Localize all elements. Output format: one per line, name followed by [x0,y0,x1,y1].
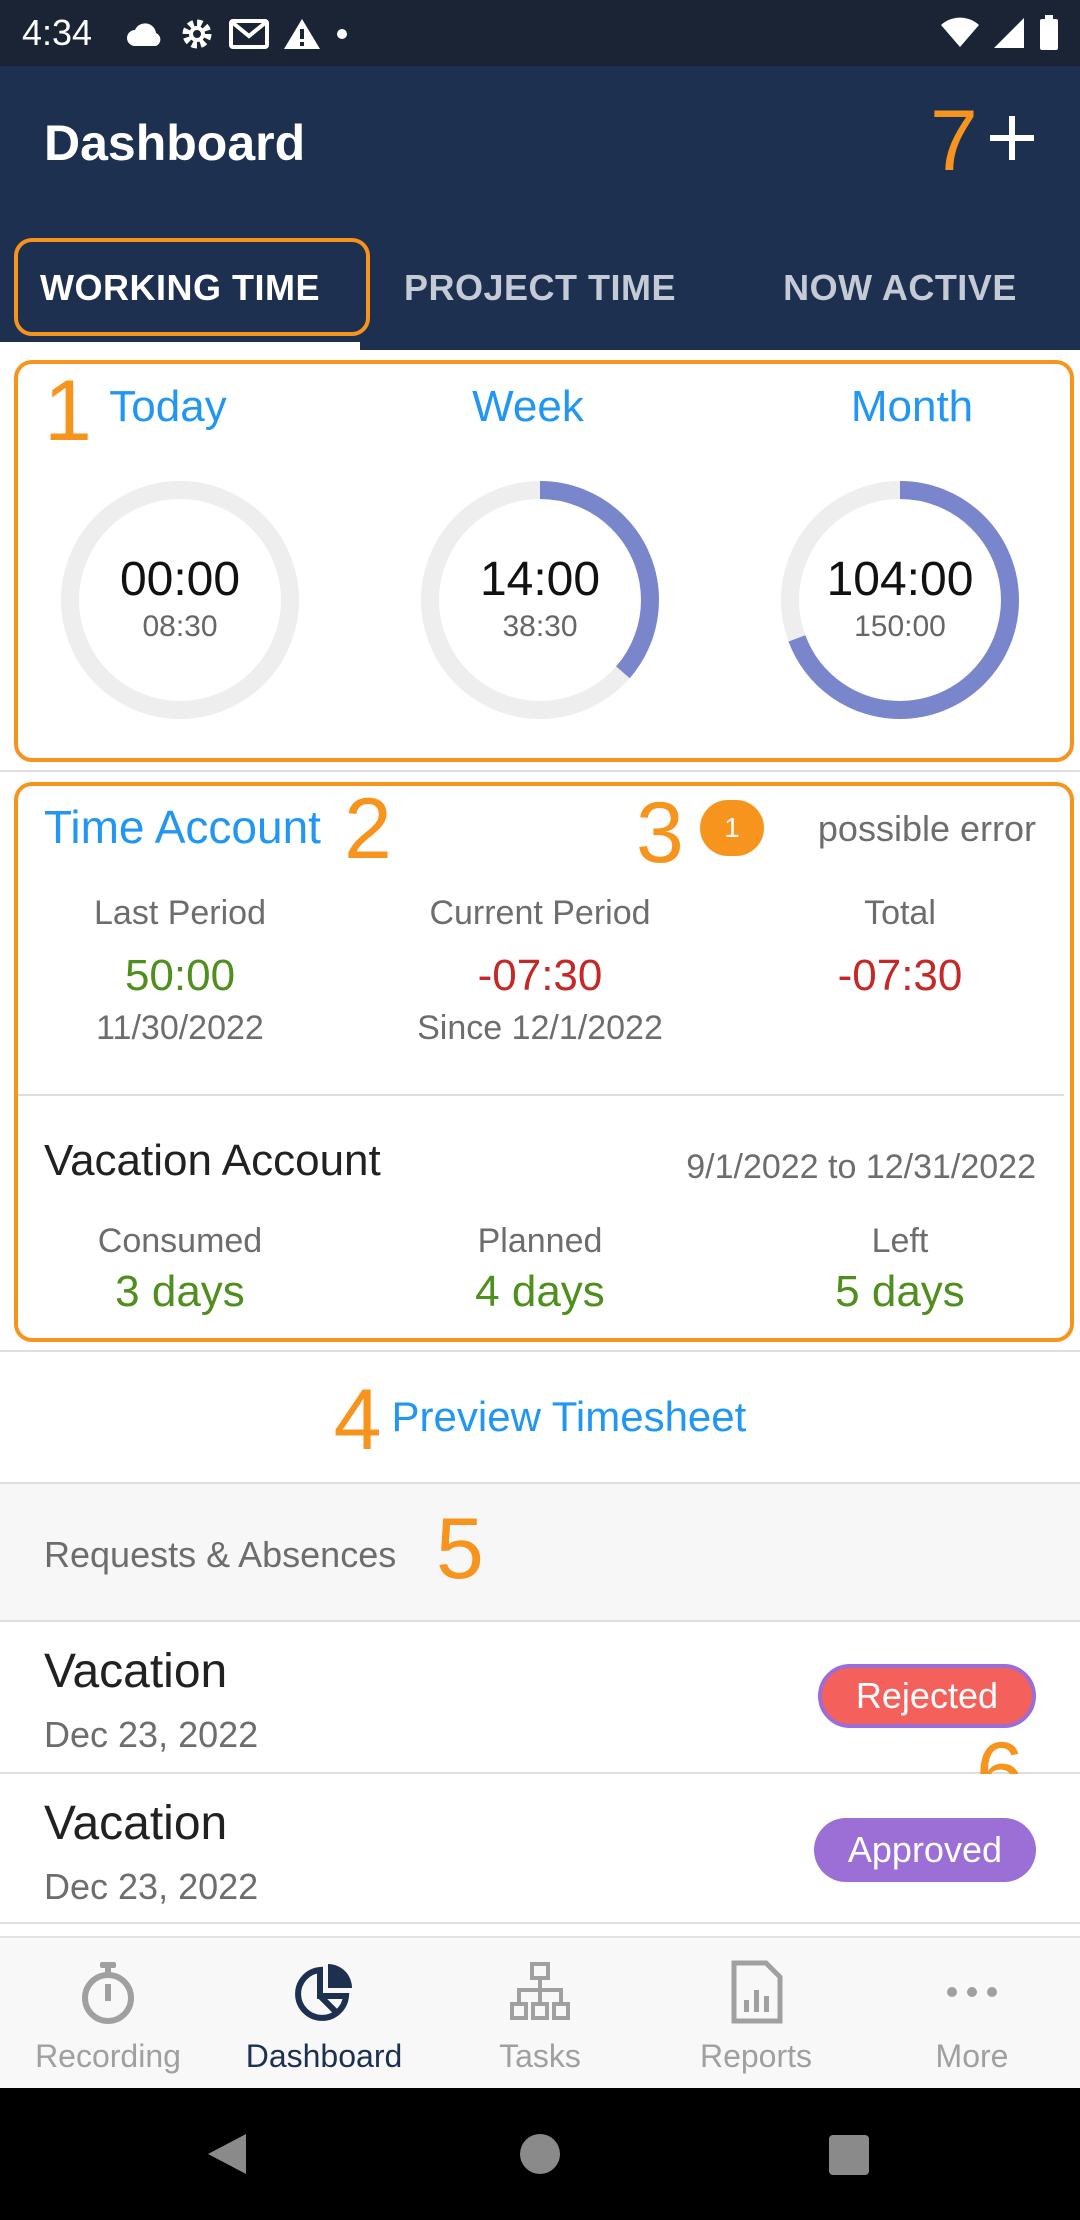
month-worked: 104:00 [826,553,974,606]
week-ring-text: 14:00 38:30 [418,478,662,722]
warning-icon [284,19,320,49]
total-label: Total [864,894,936,932]
recents-icon[interactable] [828,2134,870,2176]
request-date: Dec 23, 2022 [44,1866,259,1907]
divider [16,1094,1064,1096]
current-period-value: -07:30 [477,951,603,1000]
dot-icon [337,29,347,39]
tab-bar: WORKING TIME PROJECT TIME NOW ACTIVE [0,226,1080,350]
vacation-consumed-column: Consumed 3 days [0,1222,360,1317]
nav-tasks[interactable]: Tasks [432,1938,648,2090]
vacation-left-value: 5 days [835,1267,965,1316]
nav-recording[interactable]: Recording [0,1938,216,2090]
stopwatch-icon [82,1962,134,2024]
wifi-icon [941,17,979,47]
nav-reports-label: Reports [699,2038,813,2074]
requests-header-title: Requests & Absences [44,1534,397,1575]
month-ring-text: 104:00 150:00 [778,478,1022,722]
battery-icon [1040,15,1058,50]
current-period-column: Current Period -07:30 Since 12/1/2022 [360,894,720,1048]
annotation-5: 5 [436,1501,484,1597]
nav-recording-label: Recording [35,2038,181,2074]
add-plus-icon[interactable] [982,108,1042,168]
annotation-3: 3 [636,785,684,881]
total-value: -07:30 [837,951,963,1000]
vacation-consumed-label: Consumed [97,1222,263,1260]
vacation-planned-label: Planned [477,1222,603,1260]
last-period-column: Last Period 50:00 11/30/2022 [0,894,360,1048]
more-dots-icon [947,1987,997,1997]
vacation-planned-column: Planned 4 days [360,1222,720,1317]
last-period-date: 11/30/2022 [96,1009,264,1047]
tab-project-time[interactable]: PROJECT TIME [360,226,720,350]
request-item[interactable]: Vacation Dec 23, 2022 Rejected [0,1622,1080,1772]
settings-gear-icon [182,19,212,49]
cloud-icon [127,23,161,46]
system-navigation-bar [0,2088,1080,2220]
gmail-icon [229,19,269,49]
pie-chart-icon [295,1964,352,2021]
annotation-7: 7 [930,93,978,189]
vacation-planned-value: 4 days [475,1267,605,1316]
month-target: 150:00 [854,610,946,643]
nav-dashboard-label: Dashboard [245,2038,403,2074]
signal-icon [994,18,1024,48]
status-badge-approved: Approved [813,1818,1036,1882]
app-bar: Dashboard 7 WORKING TIME PROJECT TIME NO… [0,66,1080,350]
requests-header: Requests & Absences 5 [0,1484,1080,1620]
nav-reports[interactable]: Reports [648,1938,864,2090]
last-period-label: Last Period [94,894,266,932]
status-bar: 4:34 [0,0,1080,66]
notification-icons [125,14,349,54]
back-icon[interactable] [204,2130,250,2178]
period-label-week[interactable]: Week [378,382,678,432]
week-worked: 14:00 [479,553,601,606]
possible-error-label[interactable]: possible error [818,808,1036,850]
period-label-month[interactable]: Month [762,382,1062,432]
total-column: Total -07:30 [720,894,1080,1001]
today-target: 08:30 [142,610,218,643]
status-badge-rejected: Rejected [817,1664,1036,1728]
divider [0,770,1080,772]
nav-tasks-label: Tasks [499,2038,581,2074]
today-ring-text: 00:00 08:30 [58,478,302,722]
annotation-1: 1 [44,363,92,459]
request-item[interactable]: Vacation Dec 23, 2022 Approved [0,1774,1080,1924]
last-period-value: 50:00 [124,951,236,1000]
preview-timesheet-link[interactable]: 4 Preview Timesheet [0,1352,1080,1482]
request-type: Vacation [44,1797,228,1850]
home-icon[interactable] [518,2132,562,2176]
today-worked: 00:00 [119,553,241,606]
active-tab-indicator [0,342,360,350]
bottom-navigation: Recording Dashboard Tasks Reports More [0,1936,1080,2088]
current-period-date: Since 12/1/2022 [417,1009,663,1047]
vacation-consumed-value: 3 days [115,1267,245,1316]
vacation-left-label: Left [871,1222,929,1260]
tab-working-time[interactable]: WORKING TIME [0,226,360,350]
page-title: Dashboard [44,115,306,171]
current-period-label: Current Period [429,894,651,932]
nav-more-label: More [935,2038,1009,2074]
annotation-2: 2 [344,781,392,877]
tab-now-active[interactable]: NOW ACTIVE [720,226,1080,350]
status-time: 4:34 [22,12,93,53]
annotation-4: 4 [333,1372,382,1468]
request-type: Vacation [44,1645,228,1698]
preview-timesheet-label[interactable]: Preview Timesheet [392,1393,747,1440]
vacation-account-title[interactable]: Vacation Account [44,1136,381,1186]
time-account-title[interactable]: Time Account [44,800,321,854]
request-date: Dec 23, 2022 [44,1714,259,1755]
nav-dashboard[interactable]: Dashboard [216,1938,432,2090]
vacation-account-range: 9/1/2022 to 12/31/2022 [686,1148,1036,1186]
system-icons [940,12,1060,54]
nav-more[interactable]: More [864,1938,1080,2090]
divider [0,1922,1080,1924]
report-document-icon [731,1960,783,2024]
error-count-badge[interactable]: 1 [700,800,764,856]
week-target: 38:30 [502,610,578,643]
vacation-left-column: Left 5 days [720,1222,1080,1317]
hierarchy-icon [510,1962,570,2020]
